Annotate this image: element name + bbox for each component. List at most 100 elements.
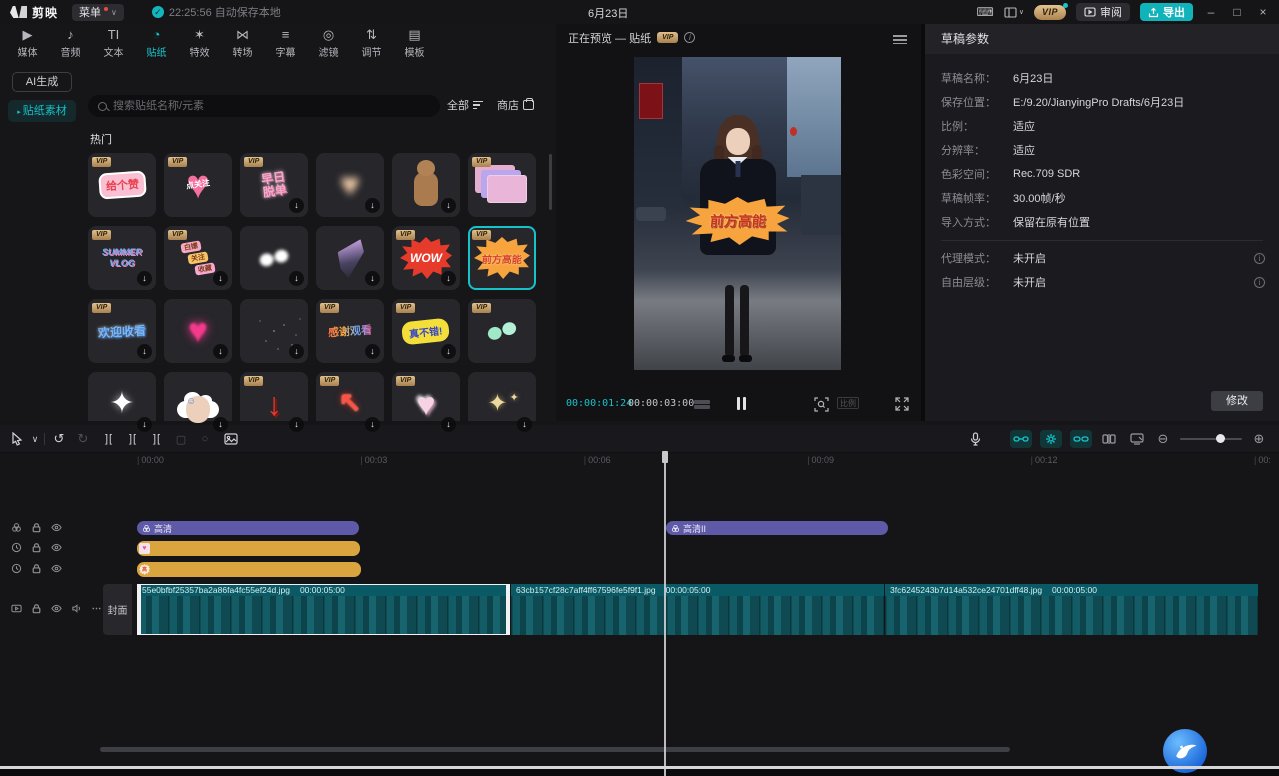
- ratio-button[interactable]: 比例: [837, 397, 859, 409]
- snap-toggle-icon[interactable]: [1010, 430, 1032, 448]
- download-icon[interactable]: ↓: [137, 344, 152, 359]
- download-icon[interactable]: ↓: [289, 344, 304, 359]
- vip-badge[interactable]: VIP: [1034, 5, 1066, 20]
- video-icon[interactable]: [10, 603, 22, 615]
- track-settings-icon[interactable]: [1128, 430, 1146, 448]
- delete-icon[interactable]: ▢: [172, 430, 190, 448]
- timeline-scrollbar[interactable]: [100, 747, 1010, 752]
- more-icon[interactable]: [90, 603, 102, 615]
- download-icon[interactable]: ↓: [289, 198, 304, 213]
- sticker-mint-butterfly[interactable]: VIP: [468, 299, 536, 363]
- tab-effects[interactable]: ✶特效: [178, 26, 221, 61]
- sticker-white-butterfly[interactable]: ↓: [240, 226, 308, 290]
- overlay-sticker-qianfang-gaoneng[interactable]: 前方高能: [686, 197, 790, 245]
- sticker-pink-windows[interactable]: VIP: [468, 153, 536, 217]
- search-input[interactable]: [113, 100, 413, 112]
- sticker-welcome-watch[interactable]: 欢迎收看VIP↓: [88, 299, 156, 363]
- preview-axis-toggle-icon[interactable]: [1070, 430, 1092, 448]
- download-icon[interactable]: ↓: [441, 198, 456, 213]
- sticker-thanks-watch[interactable]: 感谢观看VIP↓: [316, 299, 384, 363]
- download-icon[interactable]: ↓: [365, 344, 380, 359]
- tab-media[interactable]: ▶媒体: [6, 26, 49, 61]
- redo-icon[interactable]: ↻: [74, 430, 92, 448]
- download-icon[interactable]: ↓: [441, 271, 456, 286]
- video-clip[interactable]: 55e0bfbf25357ba2a86fa4fc55ef24d.jpg00:00…: [137, 584, 510, 635]
- search-bar[interactable]: [88, 95, 440, 117]
- download-icon[interactable]: ↓: [213, 344, 228, 359]
- lock-icon[interactable]: [30, 542, 42, 554]
- timeline-zoom-slider[interactable]: [1180, 438, 1242, 440]
- split-delete-right-icon[interactable]: ][: [148, 430, 166, 448]
- download-icon[interactable]: ↓: [365, 198, 380, 213]
- cover-button[interactable]: 封面: [103, 584, 132, 635]
- crop-icon[interactable]: ○: [196, 430, 214, 448]
- review-button[interactable]: 审阅: [1076, 3, 1130, 21]
- sticker-follow-heart[interactable]: ♥点关注VIP: [164, 153, 232, 217]
- sticker-qianfang-gaoneng[interactable]: 前方高能VIP: [468, 226, 536, 290]
- split-view-icon[interactable]: [1100, 430, 1118, 448]
- tab-template[interactable]: ▤模板: [393, 26, 436, 61]
- close-button[interactable]: ×: [1255, 5, 1271, 19]
- record-voiceover-icon[interactable]: [966, 430, 984, 448]
- export-button[interactable]: 导出: [1140, 3, 1193, 21]
- sticker-summer-vlog[interactable]: SUMMER VLOGVIP↓: [88, 226, 156, 290]
- lock-icon[interactable]: [30, 563, 42, 575]
- adjust-clip[interactable]: 高清: [137, 521, 359, 535]
- ai-generate-button[interactable]: AI生成: [12, 72, 72, 92]
- timeline-zoom-out-icon[interactable]: ⊖: [1154, 430, 1172, 448]
- select-tool-chevron[interactable]: ∨: [26, 430, 44, 448]
- sticker-give-like-bubble[interactable]: 给个赞VIP: [88, 153, 156, 217]
- pause-button[interactable]: [734, 397, 748, 411]
- sticker-icon[interactable]: [10, 542, 22, 554]
- download-icon[interactable]: ↓: [365, 271, 380, 286]
- tab-filter[interactable]: ◎滤镜: [307, 26, 350, 61]
- tab-sticker[interactable]: ◔贴纸: [135, 26, 178, 61]
- adjust-icon[interactable]: [10, 522, 22, 534]
- eye-icon[interactable]: [50, 542, 62, 554]
- keyboard-shortcut-icon[interactable]: ⌨: [977, 5, 994, 19]
- download-icon[interactable]: ↓: [441, 417, 456, 432]
- linkage-toggle-icon[interactable]: [1040, 430, 1062, 448]
- download-icon[interactable]: ↓: [137, 271, 152, 286]
- sticker-clip[interactable]: 高: [137, 562, 361, 577]
- split-delete-left-icon[interactable]: ][: [124, 430, 142, 448]
- minimize-button[interactable]: –: [1203, 5, 1219, 19]
- tab-audio[interactable]: ♪音频: [49, 26, 92, 61]
- all-filter-button[interactable]: 全部: [447, 97, 483, 113]
- timeline-zoom-in-icon[interactable]: ⊕: [1250, 430, 1268, 448]
- quality-icon[interactable]: [694, 399, 710, 410]
- download-icon[interactable]: ↓: [289, 417, 304, 432]
- download-icon[interactable]: ↓: [365, 417, 380, 432]
- video-clip[interactable]: 3fc6245243b7d14a532ce24701dff48.jpg00:00…: [885, 584, 1258, 635]
- tab-adjust[interactable]: ⇅调节: [350, 26, 393, 61]
- select-tool-icon[interactable]: [8, 430, 26, 448]
- grid-scrollbar[interactable]: [549, 154, 552, 210]
- sticker-blur-heart[interactable]: ♥↓: [316, 153, 384, 217]
- speaker-icon[interactable]: [70, 603, 82, 615]
- sticker-glow-heart[interactable]: ♥↓: [164, 299, 232, 363]
- video-clip[interactable]: 63cb157cf28c7aff4ff67596fe5f9f1.jpg00:00…: [511, 584, 884, 635]
- download-icon[interactable]: ↓: [213, 417, 228, 432]
- eye-icon[interactable]: [50, 603, 62, 615]
- tab-captions[interactable]: ≡字幕: [264, 26, 307, 61]
- video-preview[interactable]: 前方高能: [634, 57, 841, 370]
- modify-button[interactable]: 修改: [1211, 391, 1263, 411]
- store-button[interactable]: 商店: [497, 97, 534, 113]
- zoom-slider-handle[interactable]: [1216, 434, 1225, 443]
- sticker-pink-3d-text[interactable]: 早日 脱单VIP↓: [240, 153, 308, 217]
- playhead[interactable]: [664, 451, 666, 776]
- lock-icon[interactable]: [30, 603, 42, 615]
- tab-text[interactable]: TI文本: [92, 26, 135, 61]
- sidebar-item-sticker-material[interactable]: ▸贴纸素材: [8, 100, 76, 122]
- info-icon[interactable]: i: [1254, 277, 1265, 288]
- sticker-zhen-bucuo[interactable]: 真不错!VIP↓: [392, 299, 460, 363]
- eye-icon[interactable]: [50, 522, 62, 534]
- preview-zoom-icon[interactable]: [814, 397, 829, 412]
- undo-icon[interactable]: ↺: [50, 430, 68, 448]
- split-icon[interactable]: ][: [100, 430, 118, 448]
- download-icon[interactable]: ↓: [289, 271, 304, 286]
- sticker-purple-fairy[interactable]: ↓: [316, 226, 384, 290]
- info-icon[interactable]: i: [1254, 253, 1265, 264]
- download-icon[interactable]: ↓: [137, 417, 152, 432]
- download-icon[interactable]: ↓: [213, 271, 228, 286]
